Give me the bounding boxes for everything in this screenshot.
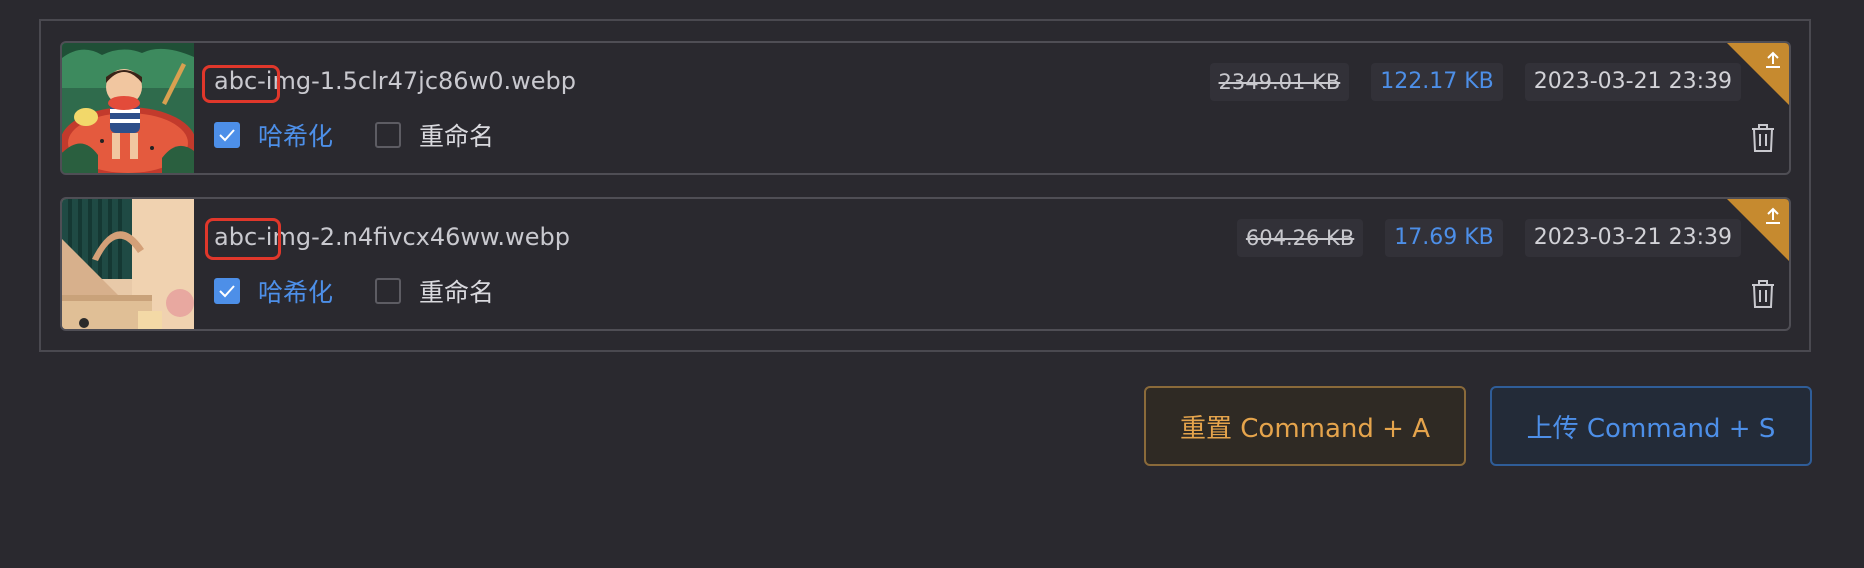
upload-icon[interactable] [1763,50,1783,70]
annotation-highlight [202,65,280,103]
reset-button[interactable]: 重置 Command + A [1144,386,1466,466]
hash-label[interactable]: 哈希化 [258,273,333,309]
hash-checkbox[interactable] [214,122,240,148]
upload-date: 2023-03-21 23:39 [1524,63,1741,101]
compressed-size: 17.69 KB [1385,219,1503,257]
upload-date: 2023-03-21 23:39 [1524,219,1741,257]
file-options: 哈希化 重命名 [214,273,536,309]
original-size: 604.26 KB [1236,219,1364,257]
hash-checkbox[interactable] [214,278,240,304]
annotation-highlight [205,218,281,260]
upload-button[interactable]: 上传 Command + S [1490,386,1812,466]
rename-label[interactable]: 重命名 [419,117,494,153]
compressed-size: 122.17 KB [1371,63,1503,101]
rename-label[interactable]: 重命名 [419,273,494,309]
rename-checkbox[interactable] [375,278,402,304]
original-size: 2349.01 KB [1209,63,1350,101]
file-item: abc-img-1.5clr47jc86w0.webp 2349.01 KB 1… [60,41,1791,175]
rename-checkbox[interactable] [375,122,402,148]
check-icon [219,129,235,142]
image-thumbnail[interactable] [62,43,194,173]
file-meta: 2349.01 KB 122.17 KB 2023-03-21 23:39 [1209,63,1741,101]
hash-label[interactable]: 哈希化 [258,117,333,153]
file-options: 哈希化 重命名 [214,117,536,153]
file-meta: 604.26 KB 17.69 KB 2023-03-21 23:39 [1236,219,1741,257]
image-thumbnail[interactable] [62,199,194,329]
trash-icon[interactable] [1749,279,1777,309]
file-item: abc-img-2.n4fivcx46ww.webp 604.26 KB 17.… [60,197,1791,331]
trash-icon[interactable] [1749,123,1777,153]
check-icon [219,285,235,298]
upload-icon[interactable] [1763,206,1783,226]
